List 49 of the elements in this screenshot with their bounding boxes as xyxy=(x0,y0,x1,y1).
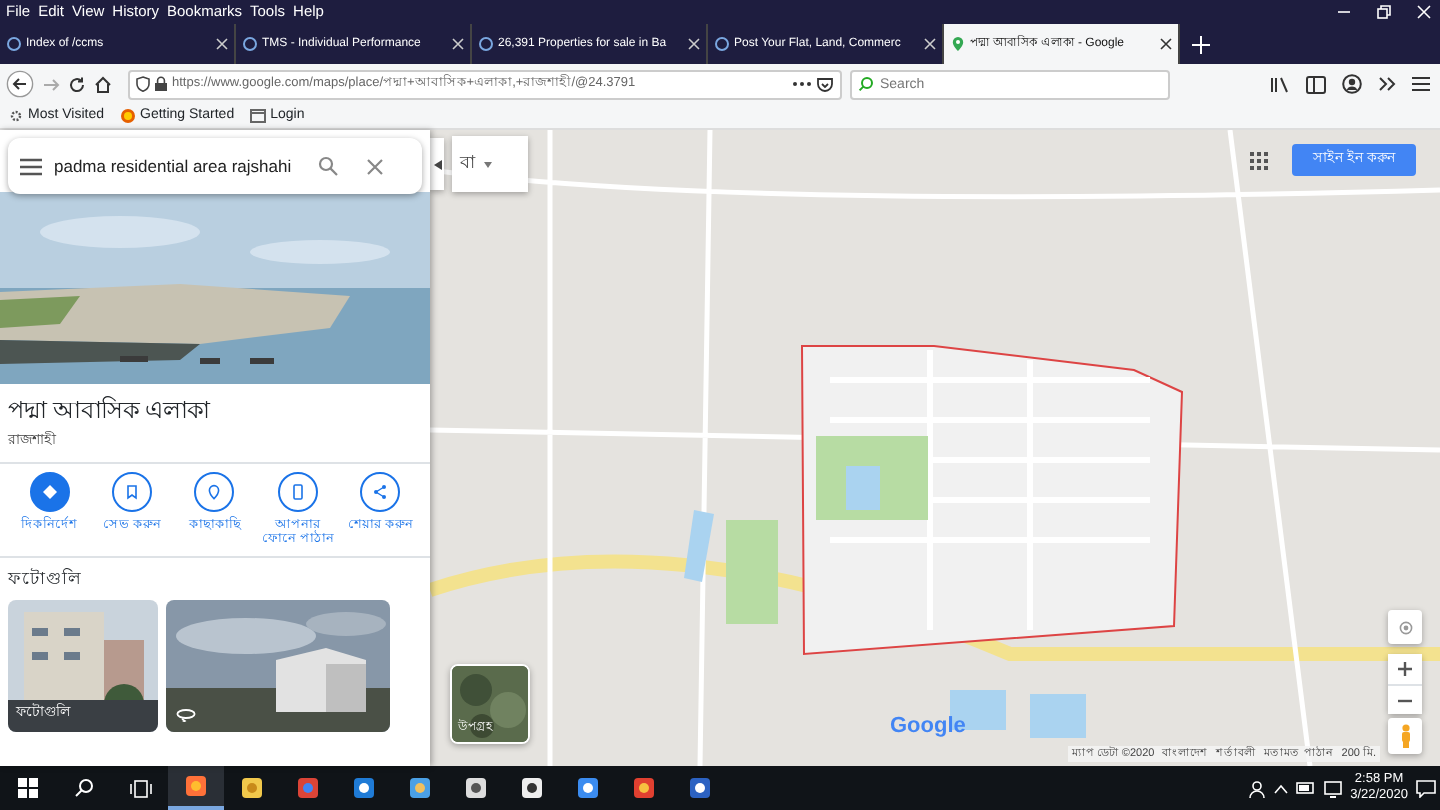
library-icon[interactable] xyxy=(1270,75,1290,93)
more-icon[interactable] xyxy=(792,80,812,88)
start-icon[interactable] xyxy=(18,778,38,798)
phone-icon xyxy=(287,481,308,501)
shield-icon xyxy=(136,76,150,92)
taskbar-app-icon[interactable] xyxy=(352,776,376,800)
menu-icon[interactable] xyxy=(1412,76,1430,92)
caret-icon[interactable] xyxy=(1274,783,1289,793)
page-icon xyxy=(714,36,730,52)
page-icon xyxy=(242,36,258,52)
page-icon xyxy=(478,36,494,52)
task-view-icon[interactable] xyxy=(129,779,151,797)
menu-icon[interactable] xyxy=(20,157,42,175)
lock-icon xyxy=(154,76,168,92)
search-icon xyxy=(858,76,874,92)
new-tab-icon[interactable] xyxy=(1192,35,1210,53)
share-icon xyxy=(370,481,391,501)
network-icon[interactable] xyxy=(1324,779,1343,797)
taskbar-app-icon[interactable] xyxy=(576,776,600,800)
restore-icon[interactable] xyxy=(1376,4,1392,20)
taskbar-app-icon[interactable] xyxy=(464,776,488,800)
back-icon[interactable] xyxy=(6,70,34,98)
taskbar-app-icon[interactable] xyxy=(688,776,712,800)
directions-icon xyxy=(39,481,60,501)
close-tab-icon[interactable] xyxy=(1160,38,1172,50)
taskbar-app-icon[interactable] xyxy=(184,774,208,798)
page-icon xyxy=(6,36,22,52)
battery-icon[interactable] xyxy=(1296,782,1317,794)
home-icon[interactable] xyxy=(94,75,112,93)
section-heading: ফটোগুলি xyxy=(5,566,84,592)
page-icon xyxy=(950,36,966,52)
taskbar-app-icon[interactable] xyxy=(632,776,656,800)
pocket-icon[interactable] xyxy=(816,75,834,93)
window-icon xyxy=(250,108,267,124)
search-icon[interactable] xyxy=(74,778,94,798)
overflow-icon[interactable] xyxy=(1378,76,1396,92)
notification-icon[interactable] xyxy=(1416,779,1436,797)
account-icon[interactable] xyxy=(1342,74,1362,94)
sidebar-icon[interactable] xyxy=(1306,75,1326,93)
search-field[interactable]: padma residential area rajshahi xyxy=(50,151,310,181)
place-title: পদ্মা আবাসিক এলাকা xyxy=(8,394,213,428)
person-icon[interactable] xyxy=(1248,779,1267,797)
taskbar-app-icon[interactable] xyxy=(520,776,544,800)
bookmark-icon xyxy=(122,481,143,501)
taskbar-app-icon[interactable] xyxy=(240,776,264,800)
reload-icon[interactable] xyxy=(68,75,86,93)
pin-icon xyxy=(204,481,225,501)
panorama-icon xyxy=(176,707,196,722)
taskbar-app-icon[interactable] xyxy=(408,776,432,800)
